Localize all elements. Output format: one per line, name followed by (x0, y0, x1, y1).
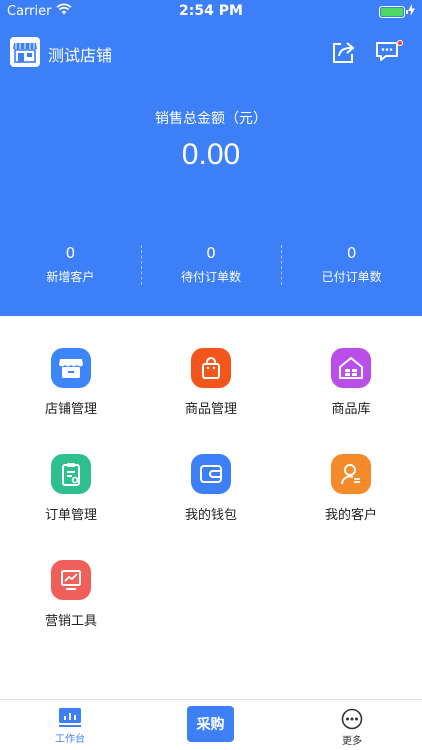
dashboard-header: Carrier 2:54 PM 测试店铺 销售总金额（元） 0.00 0 新增客… (0, 0, 422, 316)
tab-workbench[interactable]: 工作台 (40, 700, 100, 750)
top-bar: 测试店铺 (0, 32, 422, 72)
stats-row: 0 新增客户 0 待付订单数 0 已付订单数 (0, 240, 422, 290)
unread-badge (397, 40, 403, 46)
menu-item-product-management[interactable]: 商品管理 (141, 348, 281, 417)
tab-bar: 工作台 采购 更多 (0, 699, 422, 750)
message-button[interactable] (375, 39, 403, 65)
more-icon (341, 708, 363, 730)
shop-logo-icon[interactable] (10, 37, 40, 67)
tab-label: 更多 (342, 736, 362, 747)
purchase-button[interactable]: 采购 (187, 706, 234, 742)
wallet-icon (191, 454, 231, 494)
menu-item-label: 商品库 (331, 402, 371, 417)
sales-total-label: 销售总金额（元） (155, 111, 267, 127)
stat-label: 新增客户 (46, 270, 95, 284)
share-button[interactable] (331, 39, 357, 65)
order-clipboard-icon (51, 454, 91, 494)
stat-value: 0 (65, 244, 76, 262)
marketing-chart-icon (51, 560, 91, 600)
message-icon (376, 42, 398, 61)
stat-value: 0 (206, 244, 216, 262)
stat-paid-orders[interactable]: 0 已付订单数 (281, 240, 422, 290)
menu-item-store-management[interactable]: 店铺管理 (1, 348, 141, 417)
menu-item-my-customers[interactable]: 我的客户 (281, 454, 421, 523)
shopping-bag-icon (191, 348, 231, 388)
stat-label: 已付订单数 (321, 270, 382, 284)
stat-value: 0 (346, 244, 357, 262)
shop-name[interactable]: 测试店铺 (48, 42, 112, 66)
menu-item-label: 营销工具 (44, 614, 97, 629)
menu-item-order-management[interactable]: 订单管理 (1, 454, 141, 523)
product-library-icon (331, 348, 371, 388)
stat-label: 待付订单数 (181, 270, 242, 284)
workbench-icon (59, 708, 81, 728)
menu-item-marketing-tools[interactable]: 营销工具 (1, 560, 141, 629)
menu-item-my-wallet[interactable]: 我的钱包 (141, 454, 281, 523)
menu-item-label: 订单管理 (44, 508, 97, 523)
charging-icon (408, 4, 415, 20)
tab-label: 工作台 (55, 734, 85, 745)
status-time: 2:54 PM (179, 3, 243, 19)
menu-item-label: 我的钱包 (184, 508, 237, 523)
sales-total-value: 0.00 (181, 138, 241, 171)
stat-new-customers[interactable]: 0 新增客户 (0, 240, 141, 290)
tab-more[interactable]: 更多 (322, 700, 382, 750)
customer-icon (331, 454, 371, 494)
menu-item-label: 商品管理 (184, 402, 237, 417)
store-icon (51, 348, 91, 388)
menu-item-label: 我的客户 (324, 508, 377, 523)
menu-item-product-library[interactable]: 商品库 (281, 348, 421, 417)
share-icon (333, 42, 355, 63)
battery-icon (379, 6, 408, 18)
menu-item-label: 店铺管理 (44, 402, 97, 417)
stat-pending-orders[interactable]: 0 待付订单数 (140, 240, 282, 290)
status-bar: Carrier 2:54 PM (0, 0, 422, 22)
